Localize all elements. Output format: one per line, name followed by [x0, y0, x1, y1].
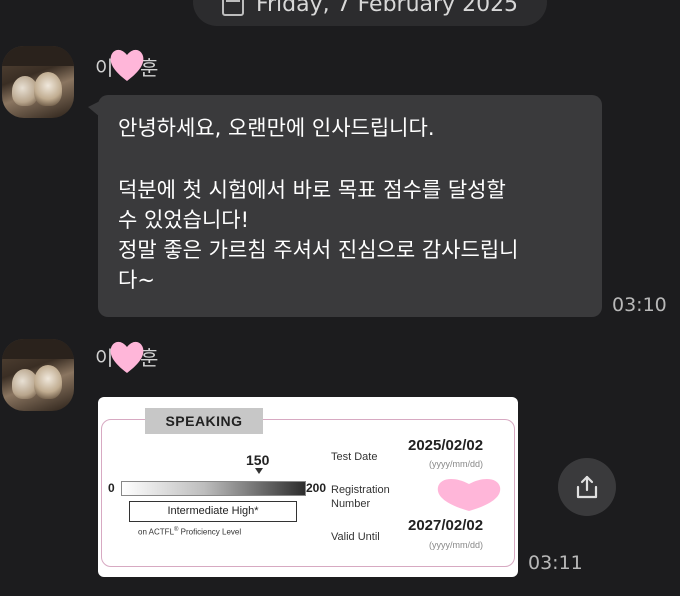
- registration-label: Registration Number: [331, 484, 390, 510]
- scale-note: on ACTFL® Proficiency Level: [138, 527, 242, 537]
- message-time: 03:11: [528, 552, 583, 574]
- share-icon: [576, 475, 598, 499]
- valid-until-value: 2027/02/02: [408, 517, 484, 534]
- scale-max: 200: [306, 481, 327, 495]
- valid-until-label: Valid Until: [331, 531, 380, 543]
- valid-until-format: (yyyy/mm/dd): [429, 540, 483, 550]
- avatar[interactable]: [2, 339, 74, 411]
- score-scale-bar: [121, 481, 306, 496]
- heart-sticker: [110, 49, 144, 81]
- heart-sticker: [437, 478, 501, 511]
- proficiency-level: Intermediate High*: [129, 501, 297, 522]
- message-time: 03:10: [612, 294, 667, 316]
- message-line: 수 있었습니다!: [118, 208, 250, 232]
- test-date-format: (yyyy/mm/dd): [429, 459, 483, 469]
- share-button[interactable]: [558, 458, 616, 516]
- message-line: 정말 좋은 가르침 주셔서 진심으로 감사드립니: [118, 238, 519, 262]
- date-divider: Friday, 7 February 2025: [193, 0, 547, 26]
- score-value: 150: [246, 452, 270, 468]
- section-tag: SPEAKING: [145, 408, 263, 434]
- avatar[interactable]: [2, 46, 74, 118]
- score-report-image[interactable]: SPEAKING 150 0 200 Intermediate High* on…: [98, 397, 518, 577]
- scale-min: 0: [108, 481, 115, 495]
- calendar-icon: [221, 0, 244, 16]
- heart-sticker: [110, 341, 144, 373]
- score-marker-icon: [255, 468, 263, 474]
- date-divider-label: Friday, 7 February 2025: [255, 0, 519, 17]
- test-date-value: 2025/02/02: [408, 437, 484, 454]
- message-line: 덕분에 첫 시험에서 바로 목표 점수를 달성할: [118, 178, 506, 202]
- test-date-label: Test Date: [331, 451, 378, 463]
- message-bubble[interactable]: 안녕하세요, 오랜만에 인사드립니다. 덕분에 첫 시험에서 바로 목표 점수를…: [88, 95, 602, 317]
- message-line: 안녕하세요, 오랜만에 인사드립니다.: [118, 116, 435, 140]
- message-line: 다~: [118, 268, 155, 292]
